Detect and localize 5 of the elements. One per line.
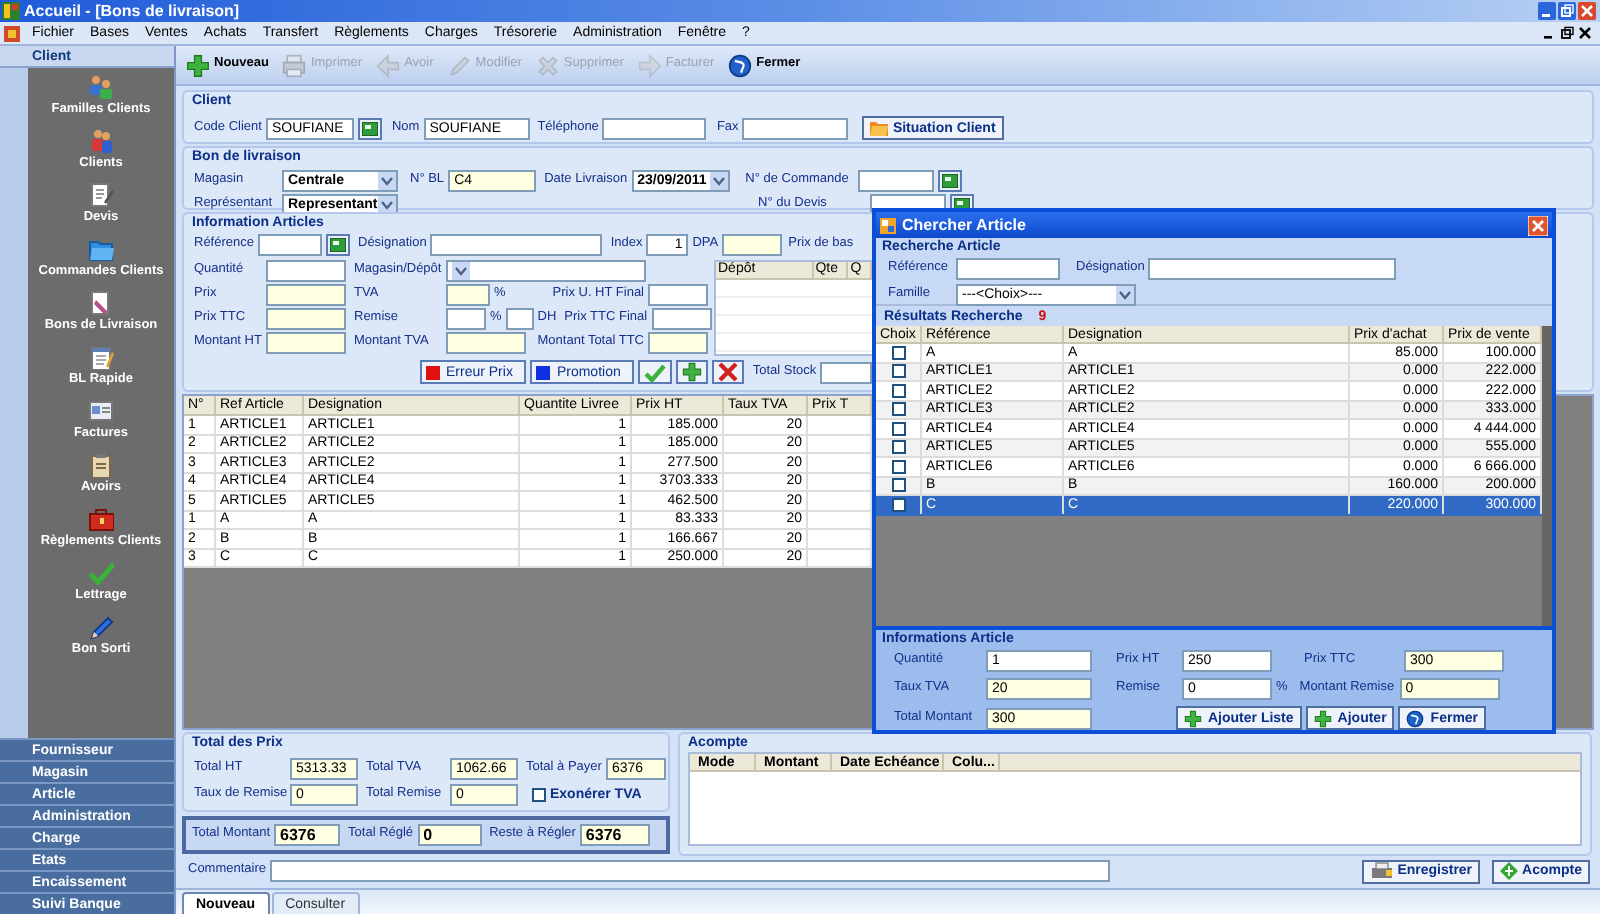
input-field[interactable]: 6376	[274, 824, 341, 846]
window-title: Accueil - [Bons de livraison]	[24, 3, 240, 19]
input-field[interactable]: 0	[417, 824, 482, 846]
dialog-title: Chercher Article	[902, 217, 1026, 233]
input-field[interactable]: 6376	[579, 824, 650, 846]
